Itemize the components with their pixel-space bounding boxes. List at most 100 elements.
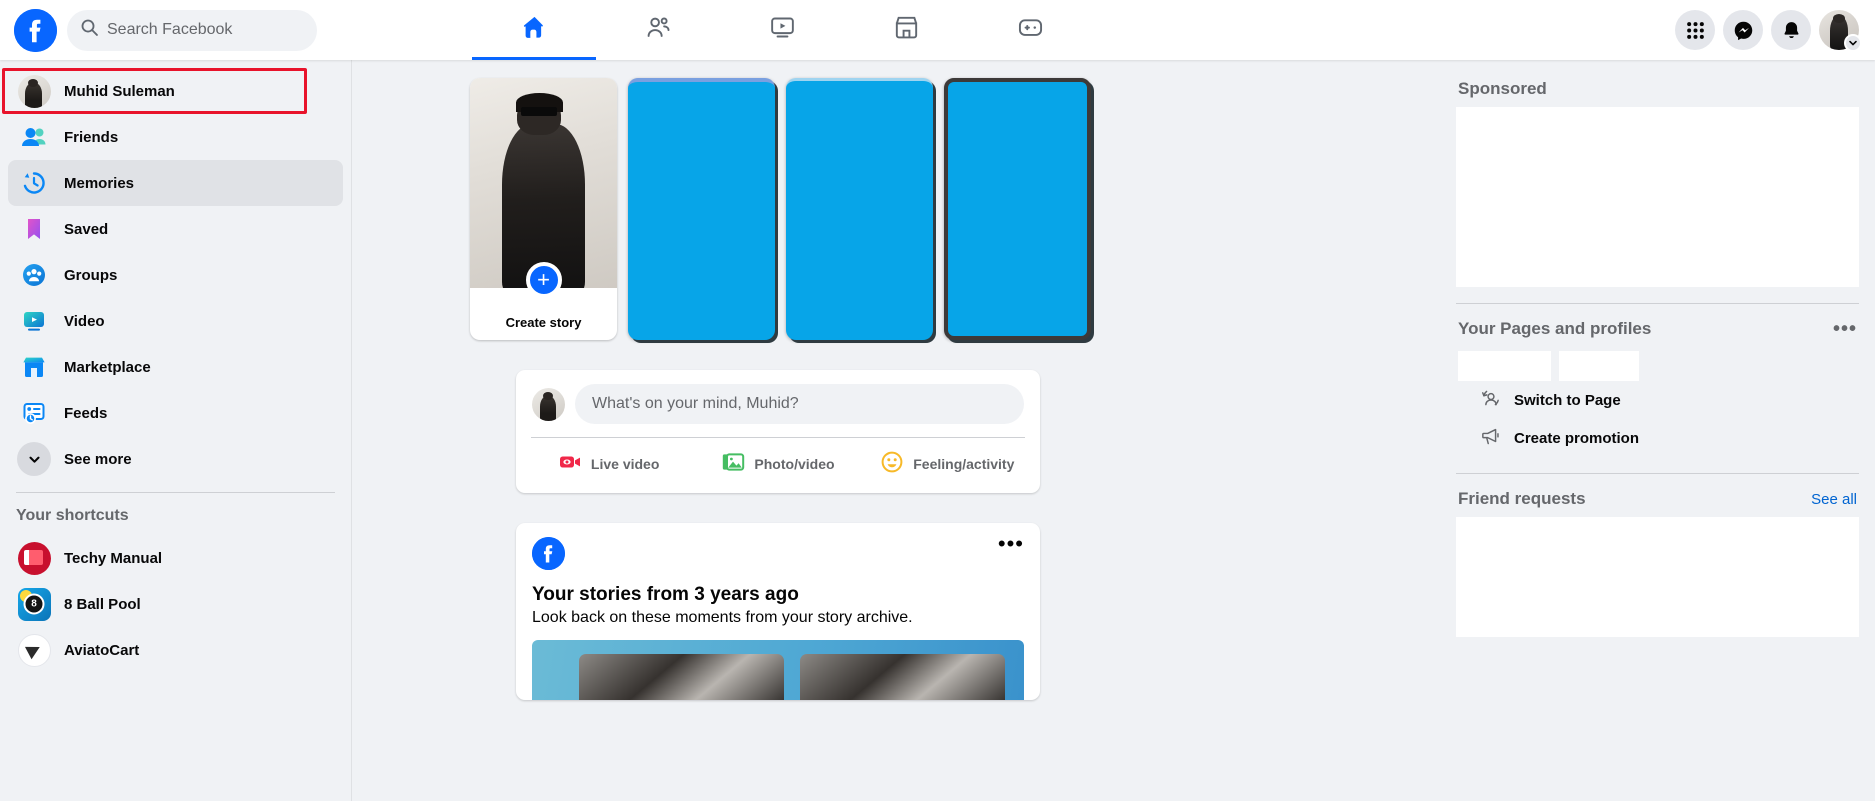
memory-thumbnail[interactable] <box>579 654 784 700</box>
more-options-icon[interactable]: ••• <box>998 533 1024 555</box>
sidebar-item-marketplace[interactable]: Marketplace <box>8 344 343 390</box>
sidebar-divider <box>16 492 335 493</box>
sidebar-item-label: Marketplace <box>64 358 151 376</box>
stories-tray: + Create story <box>352 60 1440 340</box>
story-placeholder-3[interactable] <box>944 78 1091 340</box>
sidebar-item-feeds[interactable]: Feeds <box>8 390 343 436</box>
sidebar-item-label: Saved <box>64 220 109 238</box>
page-tile[interactable] <box>1559 351 1639 381</box>
post-header: ••• <box>516 523 1040 570</box>
nav-tab-video[interactable] <box>720 0 844 60</box>
video-icon <box>16 303 52 339</box>
sponsored-header: Sponsored <box>1456 76 1859 107</box>
facebook-logo-icon <box>532 537 565 570</box>
search-placeholder: Search Facebook <box>107 21 233 38</box>
home-icon <box>521 14 548 46</box>
sidebar-item-groups[interactable]: Groups <box>8 252 343 298</box>
sidebar-item-saved[interactable]: Saved <box>8 206 343 252</box>
active-tab-underline <box>472 57 596 60</box>
sidebar-shortcut-techy-manual[interactable]: Techy Manual <box>8 535 343 581</box>
sidebar-item-memories[interactable]: Memories <box>8 160 343 206</box>
photo-video-button[interactable]: Photo/video <box>693 444 862 484</box>
friend-requests-header: Friend requests See all <box>1456 486 1859 517</box>
switch-to-page-label: Switch to Page <box>1514 391 1621 409</box>
nav-tab-gaming[interactable] <box>968 0 1092 60</box>
marketplace-icon <box>16 349 52 385</box>
sidebar-item-label: Video <box>64 312 105 330</box>
account-avatar-button[interactable] <box>1819 10 1862 52</box>
memories-banner[interactable] <box>532 640 1024 700</box>
create-promotion-label: Create promotion <box>1514 429 1640 447</box>
right-sidebar: Sponsored Your Pages and profiles ••• Sw… <box>1440 60 1875 801</box>
friends-icon <box>645 14 672 46</box>
create-promotion-button[interactable]: Create promotion <box>1456 419 1859 457</box>
right-sidebar-divider <box>1456 473 1859 474</box>
feeds-icon <box>16 395 52 431</box>
photo-video-icon <box>721 450 745 479</box>
composer-action-label: Photo/video <box>754 456 835 472</box>
sidebar-item-label: Friends <box>64 128 119 146</box>
nav-tab-marketplace[interactable] <box>844 0 968 60</box>
sidebar-item-label: Memories <box>64 174 135 192</box>
sponsored-ad-placeholder[interactable] <box>1456 107 1859 287</box>
sidebar-item-profile[interactable]: Muhid Suleman <box>2 68 343 114</box>
sidebar-item-friends[interactable]: Friends <box>8 114 343 160</box>
memory-thumbnail[interactable] <box>800 654 1005 700</box>
search-input[interactable]: Search Facebook <box>67 9 317 51</box>
grid-menu-icon[interactable] <box>1675 10 1715 50</box>
bell-icon[interactable] <box>1771 10 1811 50</box>
composer-action-label: Live video <box>590 456 660 472</box>
megaphone-icon <box>1480 425 1502 452</box>
composer-avatar[interactable] <box>532 387 565 421</box>
create-story-photo <box>470 78 617 288</box>
plus-icon[interactable]: + <box>525 262 562 298</box>
live-video-button[interactable]: Live video <box>524 444 693 484</box>
techy-manual-icon <box>16 540 52 576</box>
sidebar-item-label: Groups <box>64 266 118 284</box>
nav-tab-friends[interactable] <box>596 0 720 60</box>
messenger-icon[interactable] <box>1723 10 1763 50</box>
facebook-logo-icon[interactable] <box>14 8 57 52</box>
sidebar-shortcut-aviatocart[interactable]: AviatoCart <box>8 627 343 673</box>
profile-avatar-icon <box>16 73 52 109</box>
switch-to-page-button[interactable]: Switch to Page <box>1456 381 1859 419</box>
create-story-label: Create story <box>505 315 582 330</box>
groups-icon <box>16 257 52 293</box>
friends-icon <box>16 119 52 155</box>
gaming-icon <box>1017 14 1044 46</box>
main-nav-tabs <box>472 0 1092 60</box>
chevron-down-icon <box>16 441 52 477</box>
post-title: Your stories from 3 years ago <box>532 584 799 605</box>
create-story-card[interactable]: + Create story <box>470 78 617 340</box>
sidebar-item-video[interactable]: Video <box>8 298 343 344</box>
topbar-left-group: Search Facebook <box>0 8 317 52</box>
composer-input[interactable]: What's on your mind, Muhid? <box>575 384 1024 424</box>
nav-tab-home[interactable] <box>472 0 596 60</box>
main-feed: + Create story What's on your mind, Muhi… <box>352 60 1440 801</box>
more-options-icon[interactable]: ••• <box>1833 319 1857 339</box>
composer-placeholder: What's on your mind, Muhid? <box>592 395 799 412</box>
page-tile[interactable] <box>1458 351 1551 381</box>
see-all-link[interactable]: See all <box>1811 491 1857 508</box>
video-icon <box>769 14 796 46</box>
switch-page-icon <box>1480 387 1502 414</box>
story-placeholder-2[interactable] <box>786 78 933 340</box>
right-sidebar-divider <box>1456 303 1859 304</box>
shortcut-label: 8 Ball Pool <box>64 595 141 613</box>
shortcut-label: AviatoCart <box>64 641 140 659</box>
feeling-activity-button[interactable]: Feeling/activity <box>863 444 1032 484</box>
topbar-right-group <box>1675 0 1862 60</box>
shortcuts-heading: Your shortcuts <box>16 507 129 524</box>
sidebar-see-more-button[interactable]: See more <box>8 436 343 482</box>
friend-requests-title: Friend requests <box>1458 489 1586 508</box>
sidebar-shortcut-8-ball-pool[interactable]: 8 Ball Pool <box>8 581 343 627</box>
composer-top-row: What's on your mind, Muhid? <box>516 370 1040 437</box>
friend-requests-list-placeholder[interactable] <box>1456 517 1859 637</box>
sponsored-title: Sponsored <box>1458 79 1547 98</box>
memories-clock-icon <box>16 165 52 201</box>
sidebar-item-label: Muhid Suleman <box>64 82 175 100</box>
search-icon <box>81 19 98 41</box>
page-tiles <box>1456 347 1859 381</box>
top-navigation-bar: Search Facebook <box>0 0 1875 60</box>
story-placeholder-1[interactable] <box>628 78 775 340</box>
